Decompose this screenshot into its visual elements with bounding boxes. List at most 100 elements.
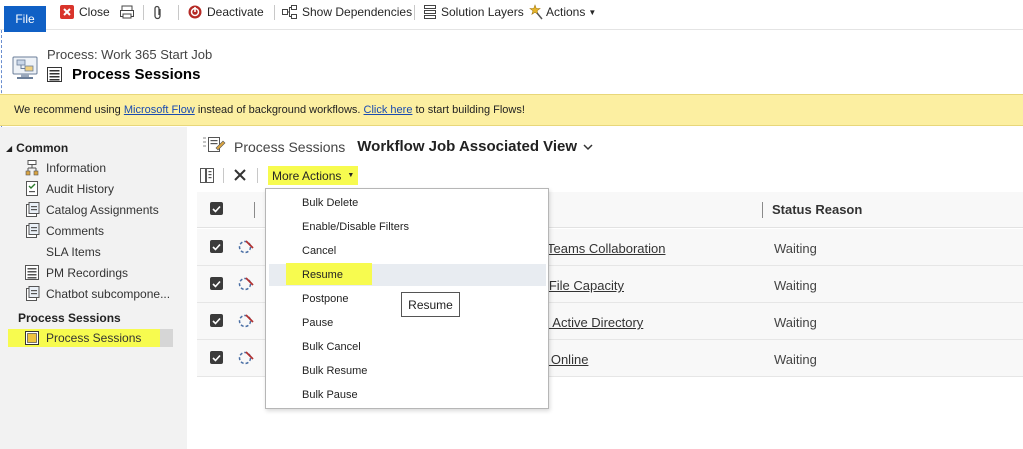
command-ribbon: File Close Deactivate Show Dependencies <box>0 0 1023 32</box>
information-icon <box>24 160 40 176</box>
menu-item-resume[interactable]: Resume <box>302 269 343 281</box>
layers-icon <box>424 5 436 19</box>
menu-item-pause[interactable]: Pause <box>302 317 333 329</box>
nav-item-information[interactable]: Information <box>24 159 106 177</box>
row-checkbox[interactable] <box>210 314 223 327</box>
view-entity-icon <box>202 136 226 157</box>
ribbon-separator <box>274 5 275 20</box>
nav-group-process-sessions[interactable]: Process Sessions <box>18 311 121 325</box>
ribbon-separator <box>414 5 415 20</box>
entity-icon <box>47 67 63 86</box>
row-name-link[interactable]: t Teams Collaboration <box>540 241 666 256</box>
nav-item-audit-history[interactable]: Audit History <box>24 180 114 198</box>
toolbar-separator <box>223 168 224 183</box>
row-status: Waiting <box>774 241 817 256</box>
show-dependencies-button[interactable]: Show Dependencies <box>282 3 412 21</box>
row-status: Waiting <box>774 315 817 330</box>
menu-item-bulk-cancel[interactable]: Bulk Cancel <box>302 341 361 353</box>
workflow-job-icon <box>238 350 254 369</box>
nav-item-catalog-assignments[interactable]: Catalog Assignments <box>24 201 159 219</box>
microsoft-flow-link[interactable]: Microsoft Flow <box>124 104 195 116</box>
nav-item-sla-items[interactable]: SLA Items <box>24 243 101 261</box>
page-title: Process Sessions <box>72 66 201 83</box>
show-dependencies-label: Show Dependencies <box>302 5 413 19</box>
notification-text-mid: instead of background workflows. <box>194 104 364 116</box>
file-tab[interactable]: File <box>4 6 46 32</box>
wand-icon <box>528 4 544 20</box>
chevron-down-icon: ▼ <box>347 172 355 179</box>
more-actions-label: More Actions <box>272 168 342 183</box>
nav-item-pm-recordings[interactable]: PM Recordings <box>24 264 128 282</box>
nav-item-label: Audit History <box>46 182 115 196</box>
notification-text-post: to start building Flows! <box>412 104 525 116</box>
nav-item-label: Process Sessions <box>46 331 142 345</box>
add-existing-icon[interactable] <box>200 168 214 186</box>
ribbon-separator <box>178 5 179 20</box>
chatbot-icon <box>24 286 40 302</box>
row-checkbox[interactable] <box>210 277 223 290</box>
actions-menu-button[interactable]: Actions ▼ <box>528 3 596 21</box>
deactivate-icon <box>188 5 202 19</box>
click-here-link[interactable]: Click here <box>364 104 413 116</box>
menu-item-enable-disable-filters[interactable]: Enable/Disable Filters <box>302 221 409 233</box>
select-all-checkbox[interactable] <box>210 202 223 215</box>
process-label: Process: Work 365 Start Job <box>47 47 213 62</box>
nav-item-label: Chatbot subcompone... <box>46 287 171 301</box>
dependencies-icon <box>282 5 297 19</box>
nav-item-process-sessions[interactable]: Process Sessions <box>8 329 160 347</box>
workflow-job-icon <box>238 276 254 295</box>
solution-layers-label: Solution Layers <box>441 5 524 19</box>
column-separator <box>254 202 255 218</box>
menu-item-bulk-resume[interactable]: Bulk Resume <box>302 365 367 377</box>
status-reason-column-header[interactable]: Status Reason <box>772 202 862 217</box>
close-button[interactable]: Close <box>60 3 110 21</box>
recordings-icon <box>24 265 40 281</box>
menu-item-cancel[interactable]: Cancel <box>302 245 336 257</box>
sla-items-icon <box>24 244 40 260</box>
row-name-link[interactable]: e File Capacity <box>538 278 624 293</box>
deactivate-button[interactable]: Deactivate <box>188 3 264 21</box>
nav-group-common[interactable]: ◢ Common <box>6 141 68 155</box>
paperclip-icon <box>153 5 163 20</box>
deactivate-label: Deactivate <box>207 5 264 19</box>
nav-item-chatbot-subcomponents[interactable]: Chatbot subcompone... <box>24 285 170 303</box>
menu-item-postpone[interactable]: Postpone <box>302 293 348 305</box>
column-separator <box>762 202 763 218</box>
row-name-link[interactable]: D Active Directory <box>540 315 643 330</box>
ribbon-separator <box>143 5 144 20</box>
workflow-job-icon <box>238 313 254 332</box>
resume-tooltip: Resume <box>401 292 460 317</box>
print-button[interactable] <box>120 3 139 21</box>
notification-text-pre: We recommend using <box>14 104 124 116</box>
nav-group-label: Common <box>16 141 69 155</box>
more-actions-button[interactable]: More Actions ▼ <box>268 166 359 185</box>
delete-icon[interactable] <box>233 168 247 185</box>
row-status: Waiting <box>774 352 817 367</box>
nav-group-label: Process Sessions <box>18 311 121 325</box>
nav-item-label: PM Recordings <box>46 266 129 280</box>
attach-button[interactable] <box>153 3 168 21</box>
close-icon <box>60 5 74 19</box>
menu-item-bulk-pause[interactable]: Bulk Pause <box>302 389 358 401</box>
workflow-job-icon <box>238 239 254 258</box>
process-sessions-icon <box>24 330 40 346</box>
view-selector[interactable]: Workflow Job Associated View <box>357 138 577 155</box>
collapse-arrow-icon: ◢ <box>6 143 13 153</box>
row-status: Waiting <box>774 278 817 293</box>
view-entity-label: Process Sessions <box>234 138 346 155</box>
menu-item-bulk-delete[interactable]: Bulk Delete <box>302 197 358 209</box>
print-icon <box>120 5 134 19</box>
chevron-down-icon: ▼ <box>588 7 597 17</box>
solution-layers-button[interactable]: Solution Layers <box>424 3 524 21</box>
row-checkbox[interactable] <box>210 240 223 253</box>
toolbar-separator <box>257 168 258 183</box>
nav-item-label: Comments <box>46 224 105 238</box>
process-icon <box>12 56 40 83</box>
row-checkbox[interactable] <box>210 351 223 364</box>
view-header: Process Sessions Workflow Job Associated… <box>202 136 593 157</box>
nav-item-label: Information <box>46 161 107 175</box>
chevron-down-icon[interactable] <box>583 140 593 154</box>
catalog-icon <box>24 202 40 218</box>
nav-item-comments[interactable]: Comments <box>24 222 104 240</box>
notification-bar: We recommend using Microsoft Flow instea… <box>0 94 1023 126</box>
